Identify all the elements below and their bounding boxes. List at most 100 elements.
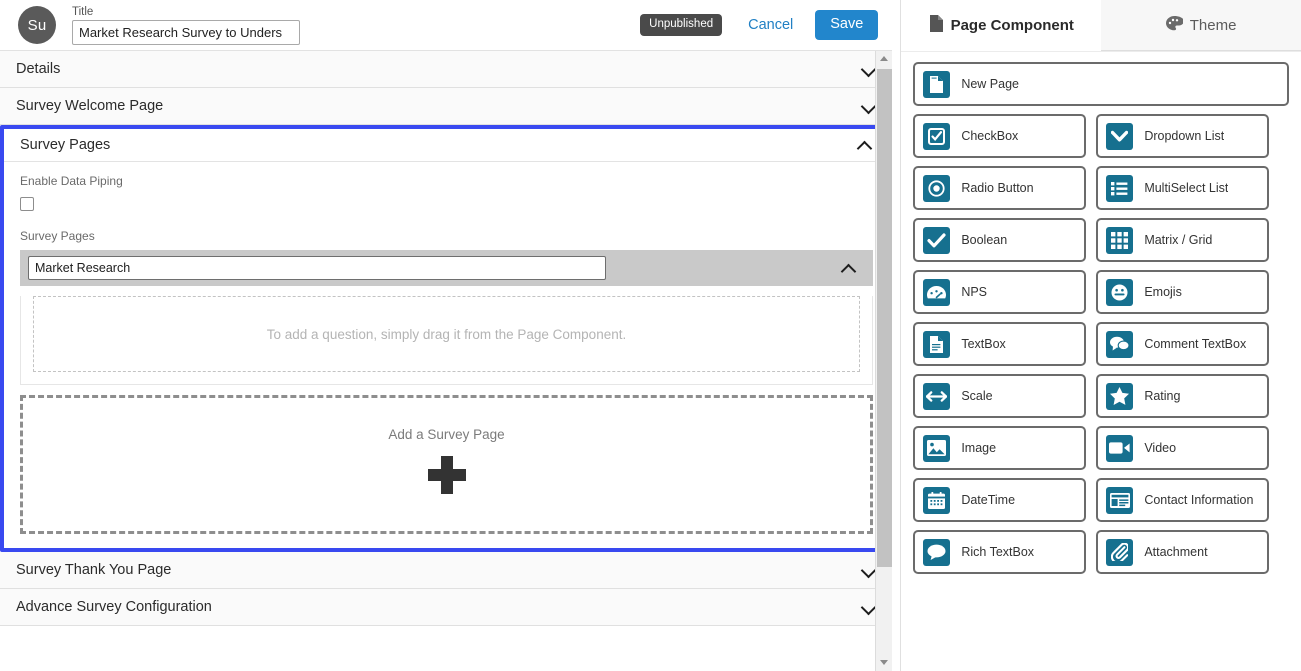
survey-builder-app: Su Title Unpublished Cancel Save Details <box>0 0 1301 671</box>
title-field-group: Title <box>72 6 300 45</box>
tab-page-component[interactable]: Page Component <box>901 0 1102 51</box>
component-attachment[interactable]: Attachment <box>1096 530 1270 574</box>
section-survey-thank-you-page: Survey Thank You Page <box>0 552 893 589</box>
component-new-page[interactable]: New Page <box>913 62 1289 106</box>
page-component-panel: Page Component Theme New Page CheckBox D… <box>901 0 1301 671</box>
component-label: Emojis <box>1144 285 1182 299</box>
add-survey-page-button[interactable]: Add a Survey Page <box>20 395 873 534</box>
chevron-down-icon <box>1106 122 1134 150</box>
component-matrix-grid[interactable]: Matrix / Grid <box>1096 218 1270 262</box>
component-label: Boolean <box>961 233 1008 247</box>
star-icon <box>1106 382 1134 410</box>
component-list: New Page CheckBox Dropdown List Radio Bu… <box>901 51 1301 671</box>
enable-data-piping-checkbox[interactable] <box>20 197 34 211</box>
survey-page-row <box>20 250 873 286</box>
component-dropdown-list[interactable]: Dropdown List <box>1096 114 1270 158</box>
scroll-down-arrow-icon[interactable] <box>876 654 893 671</box>
section-title-advance-survey-configuration: Advance Survey Configuration <box>16 599 212 615</box>
paperclip-icon <box>1106 538 1134 566</box>
component-label: DateTime <box>961 493 1016 507</box>
section-survey-pages: Survey Pages Enable Data Piping Survey P… <box>0 125 893 552</box>
survey-editor-panel: Su Title Unpublished Cancel Save Details <box>0 0 893 671</box>
component-datetime[interactable]: DateTime <box>913 478 1087 522</box>
list-icon <box>1106 174 1134 202</box>
section-header-survey-pages[interactable]: Survey Pages <box>4 129 889 162</box>
plus-icon <box>427 456 466 494</box>
section-title-survey-thank-you-page: Survey Thank You Page <box>16 562 172 578</box>
question-dropzone[interactable]: To add a question, simply drag it from t… <box>33 296 860 372</box>
component-label: Rating <box>1144 389 1181 403</box>
save-button[interactable]: Save <box>815 10 879 40</box>
add-survey-page-label: Add a Survey Page <box>388 427 505 442</box>
title-label: Title <box>72 5 94 18</box>
section-header-advance-survey-configuration[interactable]: Advance Survey Configuration <box>0 589 893 626</box>
component-label: Video <box>1144 441 1177 455</box>
component-multiselect-list[interactable]: MultiSelect List <box>1096 166 1270 210</box>
section-header-survey-thank-you-page[interactable]: Survey Thank You Page <box>0 552 893 589</box>
smiley-icon <box>1106 278 1134 306</box>
chevron-up-icon[interactable] <box>841 260 857 276</box>
cancel-button[interactable]: Cancel <box>748 17 793 33</box>
page-icon <box>929 14 944 36</box>
survey-sections-accordion: Details Survey Welcome Page Survey Pages <box>0 51 893 671</box>
left-panel-scrollbar[interactable] <box>875 51 893 671</box>
new-page-icon <box>923 70 951 98</box>
comments-icon <box>1106 330 1134 358</box>
section-details: Details <box>0 51 893 88</box>
component-label: MultiSelect List <box>1144 181 1229 195</box>
section-title-survey-pages: Survey Pages <box>20 137 111 153</box>
scroll-up-arrow-icon[interactable] <box>876 51 893 68</box>
component-rating[interactable]: Rating <box>1096 374 1270 418</box>
chevron-up-icon <box>857 137 873 153</box>
section-title-details: Details <box>16 61 61 77</box>
component-video[interactable]: Video <box>1096 426 1270 470</box>
document-icon <box>923 330 951 358</box>
gauge-icon <box>923 278 951 306</box>
component-nps[interactable]: NPS <box>913 270 1087 314</box>
palette-icon <box>1165 15 1184 35</box>
arrows-horizontal-icon <box>923 382 951 410</box>
survey-title-input[interactable] <box>72 19 300 45</box>
status-badge: Unpublished <box>640 13 723 37</box>
component-label: Image <box>961 441 997 455</box>
question-dropzone-text: To add a question, simply drag it from t… <box>266 326 627 342</box>
component-boolean[interactable]: Boolean <box>913 218 1087 262</box>
section-header-details[interactable]: Details <box>0 51 893 88</box>
component-label: TextBox <box>961 337 1006 351</box>
video-camera-icon <box>1106 434 1134 462</box>
component-label: Matrix / Grid <box>1144 233 1213 247</box>
scrollbar-thumb[interactable] <box>877 69 893 567</box>
survey-page-name-input[interactable] <box>28 256 606 280</box>
survey-pages-body: Enable Data Piping Survey Pages To add a… <box>4 162 889 548</box>
component-label: Rich TextBox <box>961 545 1035 559</box>
image-icon <box>923 434 951 462</box>
check-icon <box>923 226 951 254</box>
tab-theme[interactable]: Theme <box>1101 0 1301 50</box>
component-contact-information[interactable]: Contact Information <box>1096 478 1270 522</box>
comment-icon <box>923 538 951 566</box>
tab-page-component-label: Page Component <box>950 16 1074 34</box>
component-textbox[interactable]: TextBox <box>913 322 1087 366</box>
section-advance-survey-configuration: Advance Survey Configuration <box>0 589 893 626</box>
component-comment-textbox[interactable]: Comment TextBox <box>1096 322 1270 366</box>
section-header-survey-welcome-page[interactable]: Survey Welcome Page <box>0 88 893 125</box>
component-label: Attachment <box>1144 545 1208 559</box>
enable-data-piping-label: Enable Data Piping <box>20 174 123 188</box>
radio-button-icon <box>923 174 951 202</box>
editor-toolbar: Su Title Unpublished Cancel Save <box>0 0 893 51</box>
component-scale[interactable]: Scale <box>913 374 1087 418</box>
component-label: Scale <box>961 389 993 403</box>
component-rich-textbox[interactable]: Rich TextBox <box>913 530 1087 574</box>
component-emojis[interactable]: Emojis <box>1096 270 1270 314</box>
component-label: Contact Information <box>1144 493 1254 507</box>
section-title-survey-welcome-page: Survey Welcome Page <box>16 98 164 114</box>
checkbox-icon <box>923 122 951 150</box>
component-grid: New Page CheckBox Dropdown List Radio Bu… <box>913 62 1289 574</box>
component-checkbox[interactable]: CheckBox <box>913 114 1087 158</box>
grid-icon <box>1106 226 1134 254</box>
tab-theme-label: Theme <box>1189 16 1237 34</box>
component-radio-button[interactable]: Radio Button <box>913 166 1087 210</box>
component-label: Dropdown List <box>1144 129 1225 143</box>
section-survey-welcome-page: Survey Welcome Page <box>0 88 893 125</box>
component-image[interactable]: Image <box>913 426 1087 470</box>
